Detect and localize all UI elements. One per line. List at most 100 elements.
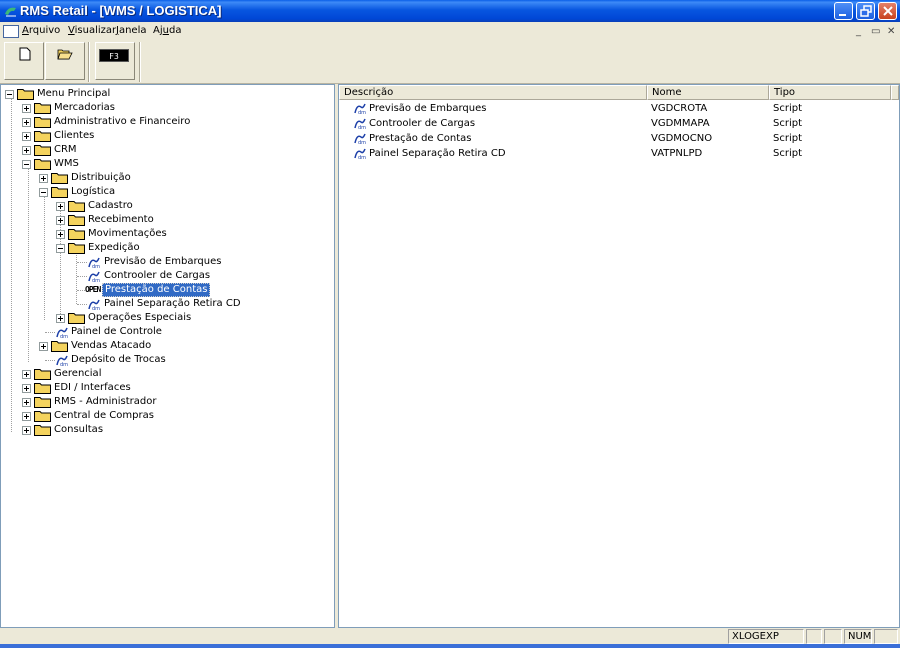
window-title: RMS Retail - [WMS / LOGISTICA] [20, 3, 222, 18]
restore-button[interactable] [856, 2, 875, 20]
row-tipo: Script [773, 103, 803, 114]
menu-visualizar[interactable]: Visualizar [68, 25, 116, 36]
collapse-icon[interactable] [22, 160, 31, 169]
tree-connector [28, 167, 29, 362]
list-row[interactable]: dm Previsão de Embarques VGDCROTA Script [339, 101, 899, 116]
expand-icon[interactable] [22, 426, 31, 435]
mdi-minimize-icon[interactable]: _ [856, 26, 861, 37]
expand-icon[interactable] [39, 174, 48, 183]
row-nome: VATPNLPD [651, 148, 703, 159]
folder-icon [34, 369, 51, 380]
folder-icon [34, 383, 51, 394]
expand-icon[interactable] [22, 398, 31, 407]
open-button[interactable] [45, 42, 85, 80]
script-icon: dm [56, 327, 68, 339]
folder-icon [68, 201, 85, 212]
tree-connector [45, 360, 55, 361]
folder-icon [51, 341, 68, 352]
title-bar[interactable]: RMS Retail - [WMS / LOGISTICA] [0, 0, 900, 22]
column-header-tipo[interactable]: Tipo [769, 85, 891, 100]
menu-bar: Arquivo Visualizar Janela Ajuda _ ▭ ✕ [0, 22, 900, 40]
script-icon: dm [56, 355, 68, 367]
minimize-button[interactable] [834, 2, 853, 20]
expand-icon[interactable] [56, 216, 65, 225]
column-header-descricao[interactable]: Descrição [339, 85, 647, 100]
taskbar-strip [0, 644, 900, 648]
tree-connector [11, 97, 12, 432]
close-button[interactable] [878, 2, 897, 20]
expand-icon[interactable] [22, 146, 31, 155]
tree-connector [77, 276, 87, 277]
menu-arquivo[interactable]: Arquivo [22, 25, 60, 36]
expand-icon[interactable] [56, 202, 65, 211]
row-nome: VGDMMAPA [651, 118, 710, 129]
menu-ajuda[interactable]: Ajuda [153, 25, 181, 36]
tree-connector [77, 262, 87, 263]
folder-icon [34, 159, 51, 170]
script-icon: dm [354, 148, 366, 160]
restore-icon [860, 5, 872, 17]
close-icon [883, 6, 893, 16]
svg-text:dm: dm [358, 110, 366, 115]
script-icon: dm [88, 299, 100, 311]
toolbar: F3 [0, 40, 900, 84]
list-row[interactable]: dm Painel Separação Retira CD VATPNLPD S… [339, 146, 899, 161]
expand-icon[interactable] [22, 132, 31, 141]
script-icon: dm [88, 271, 100, 283]
column-header-nome[interactable]: Nome [647, 85, 769, 100]
script-icon: dm [354, 103, 366, 115]
list-row[interactable]: dm Prestação de Contas VGDMOCNO Script [339, 131, 899, 146]
tree-connector [45, 332, 55, 333]
svg-text:dm: dm [358, 140, 366, 145]
mdi-close-icon[interactable]: ✕ [887, 26, 895, 37]
new-document-icon [19, 47, 31, 61]
row-tipo: Script [773, 133, 803, 144]
row-tipo: Script [773, 148, 803, 159]
collapse-icon[interactable] [39, 188, 48, 197]
folder-icon [34, 103, 51, 114]
svg-text:dm: dm [92, 278, 100, 283]
row-nome: VGDCROTA [651, 103, 708, 114]
menu-janela[interactable]: Janela [116, 25, 146, 36]
program-list[interactable]: Descrição Nome Tipo dm Previsão de Embar… [338, 84, 900, 628]
toolbar-separator [88, 42, 90, 82]
folder-icon [68, 229, 85, 240]
status-num: NUM [844, 629, 872, 644]
status-panel-scrl [874, 629, 898, 644]
script-icon: dm [88, 257, 100, 269]
svg-text:dm: dm [358, 155, 366, 160]
folder-icon [34, 425, 51, 436]
folder-icon [68, 313, 85, 324]
script-icon: dm [354, 118, 366, 130]
row-tipo: Script [773, 118, 803, 129]
expand-icon[interactable] [22, 104, 31, 113]
folder-icon [17, 89, 34, 100]
expand-icon[interactable] [22, 384, 31, 393]
status-panel-main [2, 629, 726, 644]
new-button[interactable] [4, 42, 44, 80]
app-icon [5, 7, 16, 17]
collapse-icon[interactable] [5, 90, 14, 99]
mdi-document-icon[interactable] [3, 25, 19, 38]
expand-icon[interactable] [56, 314, 65, 323]
collapse-icon[interactable] [56, 244, 65, 253]
expand-icon[interactable] [22, 118, 31, 127]
tree-connector [76, 251, 77, 304]
mdi-restore-icon[interactable]: ▭ [871, 26, 880, 37]
folder-icon [34, 397, 51, 408]
expand-icon[interactable] [22, 370, 31, 379]
expand-icon[interactable] [22, 412, 31, 421]
expand-icon[interactable] [56, 230, 65, 239]
folder-icon [34, 117, 51, 128]
open-badge-icon: OPEN [85, 284, 101, 296]
folder-icon [34, 131, 51, 142]
status-panel-ovr [824, 629, 842, 644]
folder-icon [34, 411, 51, 422]
tree-connector [77, 290, 85, 291]
row-descricao: Controoler de Cargas [369, 118, 476, 129]
expand-icon[interactable] [39, 342, 48, 351]
list-row[interactable]: dm Controoler de Cargas VGDMMAPA Script [339, 116, 899, 131]
f3-button[interactable]: F3 [95, 42, 135, 80]
tree-connector [60, 209, 61, 320]
menu-tree[interactable]: Menu Principal Mercadorias Administrativ… [0, 84, 335, 628]
